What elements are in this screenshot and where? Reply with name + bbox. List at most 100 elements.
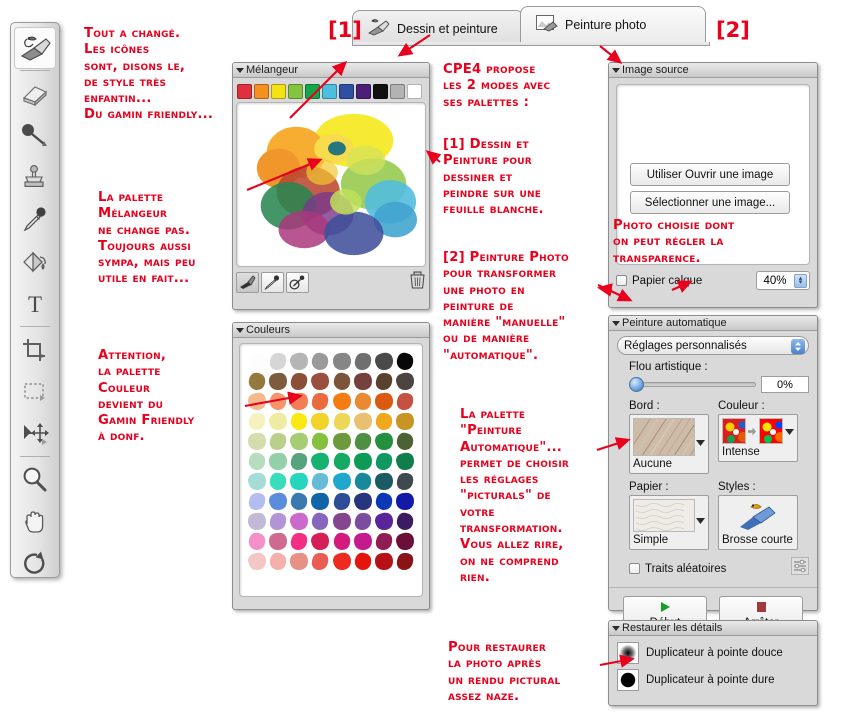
color-swatch[interactable] [247,452,267,471]
mixer-swatch-6[interactable] [339,84,354,99]
color-swatch[interactable] [289,432,309,451]
eraser-tool[interactable] [14,73,56,115]
color-swatch[interactable] [247,352,267,371]
tool-palette[interactable]: T [10,22,60,578]
paint-bucket-tool[interactable] [14,241,56,283]
mixer-swatch-7[interactable] [356,84,371,99]
color-swatch[interactable] [374,372,394,391]
color-swatch[interactable] [374,512,394,531]
colors-panel-header[interactable]: Couleurs [233,323,429,338]
tracing-paper-checkbox[interactable] [616,275,627,286]
clone-stamp-tool[interactable] [14,157,56,199]
color-swatch[interactable] [247,472,267,491]
color-swatch[interactable] [353,412,373,431]
blur-slider[interactable] [629,377,756,392]
mixer-eyedropper-button[interactable] [261,272,284,293]
color-swatch[interactable] [268,532,288,551]
color-swatch[interactable] [289,372,309,391]
text-tool[interactable]: T [14,283,56,325]
color-swatch[interactable] [289,512,309,531]
color-swatch[interactable] [353,432,373,451]
mixer-sampler-button[interactable] [286,272,309,293]
tab-peinture-photo[interactable]: Peinture photo [520,6,706,42]
auto-painting-header[interactable]: Peinture automatique [609,316,817,331]
mixer-panel[interactable]: Mélangeur [232,62,430,310]
disclosure-triangle-icon[interactable] [612,320,620,326]
chevron-down-icon[interactable] [784,422,794,440]
color-swatch[interactable] [353,472,373,491]
edge-picker[interactable]: Aucune [629,414,709,474]
blur-slider-knob[interactable] [629,377,644,392]
hard-tip-cloner-item[interactable]: Duplicateur à pointe dure [617,669,809,691]
mixer-brush-button[interactable] [236,272,259,293]
color-swatch[interactable] [395,372,415,391]
color-swatch[interactable] [374,452,394,471]
auto-painting-panel[interactable]: Peinture automatique Réglages personnali… [608,315,818,634]
color-swatch[interactable] [247,512,267,531]
disclosure-triangle-icon[interactable] [612,67,620,73]
color-swatch[interactable] [268,472,288,491]
paper-picker[interactable]: Simple [629,495,709,550]
preset-dropdown[interactable]: Réglages personnalisés [617,336,809,355]
use-open-image-button[interactable]: Utiliser Ouvrir une image [630,163,790,186]
mixer-swatch-1[interactable] [254,84,269,99]
color-swatch[interactable] [332,472,352,491]
color-swatch[interactable] [332,412,352,431]
color-swatch-grid[interactable] [242,346,420,577]
color-swatch[interactable] [353,532,373,551]
mixer-swatch-2[interactable] [271,84,286,99]
mixer-swatch-5[interactable] [322,84,337,99]
mixer-swatch-row[interactable] [236,82,426,102]
styles-picker[interactable]: Brosse courte [718,495,798,550]
color-swatch[interactable] [395,432,415,451]
hand-tool[interactable] [14,501,56,543]
image-source-panel[interactable]: Image source Utiliser Ouvrir une image S… [608,62,818,308]
image-source-header[interactable]: Image source [609,63,817,78]
color-swatch[interactable] [289,472,309,491]
color-swatch-grid-wrapper[interactable] [239,343,423,597]
color-swatch[interactable] [395,412,415,431]
color-swatch[interactable] [395,472,415,491]
tab-dessin-et-peinture[interactable]: Dessin et peinture [352,10,524,46]
stroke-settings-icon[interactable] [791,557,809,580]
color-swatch[interactable] [310,532,330,551]
colors-panel[interactable]: Couleurs [232,322,430,610]
color-swatch[interactable] [289,392,309,411]
color-swatch[interactable] [353,552,373,571]
mixer-swatch-9[interactable] [390,84,405,99]
color-swatch[interactable] [353,392,373,411]
mixer-swatch-10[interactable] [407,84,422,99]
disclosure-triangle-icon[interactable] [236,67,244,73]
color-swatch[interactable] [289,352,309,371]
brush-tool[interactable] [14,27,56,69]
color-swatch[interactable] [289,452,309,471]
color-swatch[interactable] [310,472,330,491]
color-swatch[interactable] [310,552,330,571]
rectangular-marquee-tool[interactable] [14,371,56,413]
color-swatch[interactable] [374,392,394,411]
color-swatch[interactable] [247,372,267,391]
color-swatch[interactable] [353,352,373,371]
color-swatch[interactable] [289,412,309,431]
blur-value-field[interactable]: 0% [761,376,809,393]
color-swatch[interactable] [268,412,288,431]
mixer-swatch-3[interactable] [288,84,303,99]
color-swatch[interactable] [332,552,352,571]
disclosure-triangle-icon[interactable] [612,625,620,631]
color-swatch[interactable] [310,352,330,371]
color-swatch[interactable] [247,492,267,511]
color-swatch[interactable] [353,492,373,511]
color-swatch[interactable] [332,352,352,371]
color-swatch[interactable] [374,472,394,491]
color-swatch[interactable] [268,432,288,451]
color-swatch[interactable] [247,432,267,451]
color-swatch[interactable] [395,492,415,511]
color-swatch[interactable] [289,492,309,511]
select-image-button[interactable]: Sélectionner une image... [630,191,790,214]
random-strokes-checkbox[interactable] [629,563,640,574]
color-swatch[interactable] [268,552,288,571]
color-swatch[interactable] [353,512,373,531]
color-swatch[interactable] [374,532,394,551]
color-swatch[interactable] [395,552,415,571]
color-swatch[interactable] [332,432,352,451]
